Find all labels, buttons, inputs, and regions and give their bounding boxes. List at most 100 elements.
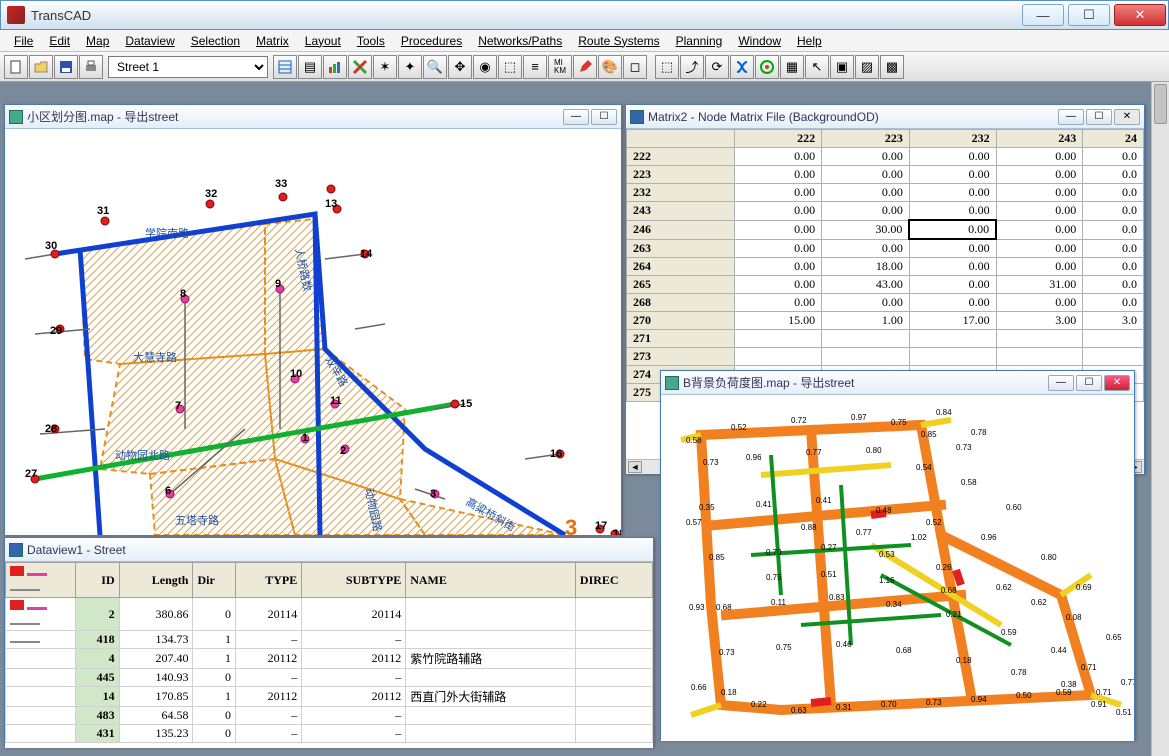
svg-text:0.51: 0.51 xyxy=(821,570,837,579)
matrix-icon[interactable]: ▦ xyxy=(780,55,804,79)
menu-tools[interactable]: Tools xyxy=(349,32,393,50)
svg-text:0.18: 0.18 xyxy=(721,688,737,697)
svg-text:29: 29 xyxy=(50,325,62,337)
scroll-left-icon[interactable]: ◄ xyxy=(628,461,642,473)
svg-text:0.11: 0.11 xyxy=(771,598,787,607)
minimize-button[interactable]: — xyxy=(1022,4,1064,26)
matrix-max[interactable]: ☐ xyxy=(1086,109,1112,125)
map1-title: 小区划分图.map - 导出street xyxy=(27,108,563,125)
check-icon[interactable]: ▨ xyxy=(855,55,879,79)
map2-close[interactable]: ✕ xyxy=(1104,375,1130,391)
svg-text:30: 30 xyxy=(45,240,57,252)
svg-text:0.41: 0.41 xyxy=(756,500,772,509)
menu-layout[interactable]: Layout xyxy=(297,32,349,50)
theme-icon[interactable] xyxy=(348,55,372,79)
map2-min[interactable]: — xyxy=(1048,375,1074,391)
list-icon[interactable]: ≡ xyxy=(523,55,547,79)
svg-text:31: 31 xyxy=(97,205,109,217)
svg-text:0.96: 0.96 xyxy=(746,453,762,462)
close-button[interactable]: ✕ xyxy=(1114,4,1166,26)
map-window-load: B背景负荷度图.map - 导出street — ☐ ✕ xyxy=(660,370,1135,740)
menu-file[interactable]: File xyxy=(6,32,41,50)
map1-max[interactable]: ☐ xyxy=(591,109,617,125)
svg-text:0.62: 0.62 xyxy=(996,583,1012,592)
svg-text:9: 9 xyxy=(275,278,281,290)
pointer-icon[interactable]: ↖ xyxy=(805,55,829,79)
matrix-title: Matrix2 - Node Matrix File (BackgroundOD… xyxy=(648,110,1058,124)
map1-titlebar[interactable]: 小区划分图.map - 导出street — ☐ xyxy=(5,105,621,129)
menu-map[interactable]: Map xyxy=(78,32,117,50)
tag-icon[interactable]: ◻ xyxy=(623,55,647,79)
extent-icon[interactable]: ⬚ xyxy=(498,55,522,79)
matrix-min[interactable]: — xyxy=(1058,109,1084,125)
open-button[interactable] xyxy=(29,55,53,79)
menu-route[interactable]: Route Systems xyxy=(570,32,667,50)
globe-icon[interactable]: ◉ xyxy=(473,55,497,79)
svg-text:13: 13 xyxy=(325,198,337,210)
matrix-titlebar[interactable]: Matrix2 - Node Matrix File (BackgroundOD… xyxy=(626,105,1144,129)
network-icon[interactable] xyxy=(730,55,754,79)
svg-text:7: 7 xyxy=(175,400,181,412)
svg-text:0.66: 0.66 xyxy=(691,683,707,692)
map2-titlebar[interactable]: B背景负荷度图.map - 导出street — ☐ ✕ xyxy=(661,371,1134,395)
svg-text:3: 3 xyxy=(430,488,436,500)
print-button[interactable] xyxy=(79,55,103,79)
zoom-icon[interactable]: 🔍 xyxy=(423,55,447,79)
app-title: TransCAD xyxy=(31,8,1020,23)
menu-procedures[interactable]: Procedures xyxy=(393,32,470,50)
chart-icon[interactable] xyxy=(323,55,347,79)
pan-icon[interactable]: ✥ xyxy=(448,55,472,79)
menu-planning[interactable]: Planning xyxy=(668,32,731,50)
menu-networks[interactable]: Networks/Paths xyxy=(470,32,570,50)
svg-text:0.58: 0.58 xyxy=(686,436,702,445)
menu-edit[interactable]: Edit xyxy=(41,32,78,50)
svg-text:0.85: 0.85 xyxy=(709,553,725,562)
net-icon[interactable]: ⬚ xyxy=(655,55,679,79)
scale-icon[interactable]: MIKM xyxy=(548,55,572,79)
dv-title: Dataview1 - Street xyxy=(27,543,649,557)
map1-min[interactable]: — xyxy=(563,109,589,125)
grid-icon[interactable] xyxy=(273,55,297,79)
dv-grid[interactable]: IDLength DirTYPE SUBTYPENAME DIREC 2380.… xyxy=(5,562,653,748)
menu-help[interactable]: Help xyxy=(789,32,830,50)
scrollbar-thumb[interactable] xyxy=(1154,84,1167,124)
svg-text:0.52: 0.52 xyxy=(731,423,747,432)
wand-icon[interactable]: ✦ xyxy=(398,55,422,79)
map2-max[interactable]: ☐ xyxy=(1076,375,1102,391)
svg-text:16: 16 xyxy=(550,448,562,460)
menu-selection[interactable]: Selection xyxy=(183,32,248,50)
pencil-icon[interactable] xyxy=(573,55,597,79)
menu-window[interactable]: Window xyxy=(730,32,789,50)
svg-text:0.51: 0.51 xyxy=(1116,708,1132,717)
flow-icon[interactable] xyxy=(755,55,779,79)
menu-dataview[interactable]: Dataview xyxy=(117,32,182,50)
matrix-close[interactable]: ✕ xyxy=(1114,109,1140,125)
select-icon[interactable]: ✶ xyxy=(373,55,397,79)
svg-text:18: 18 xyxy=(613,528,621,535)
edit-icon[interactable]: ▣ xyxy=(830,55,854,79)
svg-text:0.44: 0.44 xyxy=(1051,646,1067,655)
svg-text:0.96: 0.96 xyxy=(981,533,997,542)
svg-text:0.77: 0.77 xyxy=(806,448,822,457)
route-icon[interactable]: ⟳ xyxy=(705,55,729,79)
svg-text:15: 15 xyxy=(460,398,472,410)
dv-titlebar[interactable]: Dataview1 - Street xyxy=(5,538,653,562)
layer-dropdown[interactable]: Street 1 xyxy=(108,56,268,78)
app-vscrollbar[interactable] xyxy=(1151,82,1169,756)
save-button[interactable] xyxy=(54,55,78,79)
new-button[interactable] xyxy=(4,55,28,79)
path-icon[interactable]: ⤴ xyxy=(680,55,704,79)
svg-text:10: 10 xyxy=(290,368,302,380)
svg-text:0.84: 0.84 xyxy=(936,408,952,417)
svg-text:0.08: 0.08 xyxy=(1066,613,1082,622)
svg-text:0.68: 0.68 xyxy=(896,646,912,655)
layers-icon[interactable]: ▤ xyxy=(298,55,322,79)
map2-canvas[interactable]: 0.520.720.970.750.850.730.730.960.770.80… xyxy=(661,395,1134,741)
palette-icon[interactable]: 🎨 xyxy=(598,55,622,79)
map1-canvas[interactable]: 30 31 32 33 13 8 9 29 14 10 7 11 15 28 1… xyxy=(5,129,621,535)
menu-matrix[interactable]: Matrix xyxy=(248,32,297,50)
app-icon xyxy=(7,6,25,24)
tool-icon[interactable]: ▩ xyxy=(880,55,904,79)
maximize-button[interactable]: ☐ xyxy=(1068,4,1110,26)
map-icon xyxy=(665,376,679,390)
